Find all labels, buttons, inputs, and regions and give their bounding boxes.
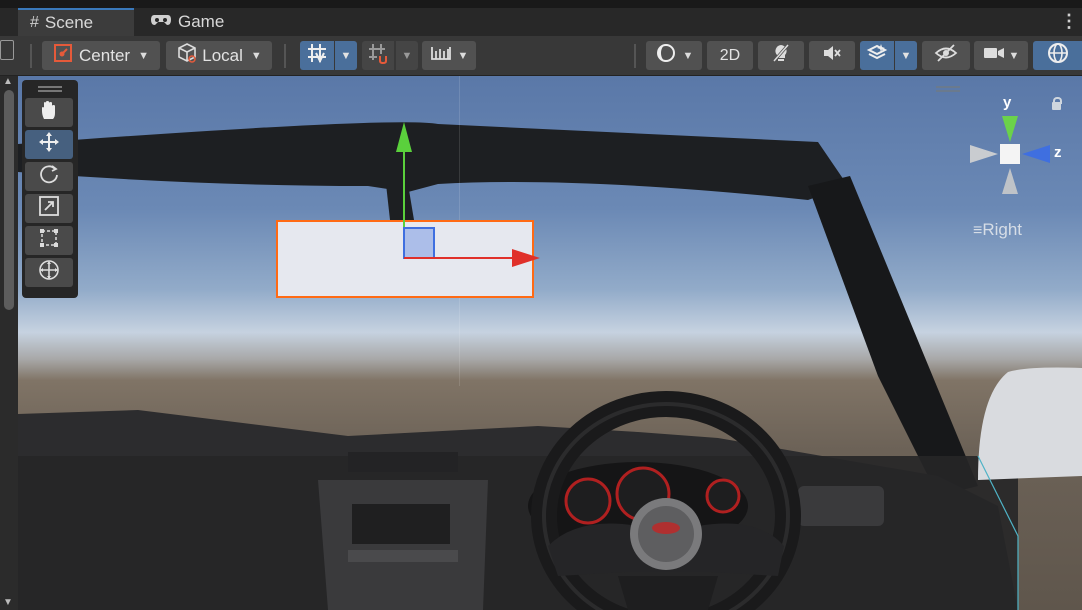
hash-grid-icon: #	[30, 14, 39, 31]
gizmo-globe-icon	[1046, 41, 1070, 70]
xy-plane-handle	[403, 227, 435, 259]
2d-mode-button[interactable]: 2D	[707, 41, 753, 70]
snap-options-dropdown[interactable]: ▼	[396, 41, 418, 70]
overlay-drag-handle[interactable]	[936, 86, 960, 92]
effects-toggle-button[interactable]	[860, 41, 894, 70]
console-buttons	[348, 550, 458, 562]
pivot-rotation-label: Local	[202, 45, 243, 65]
overlay-grip-icon[interactable]	[38, 86, 62, 92]
transform-tool-button[interactable]	[25, 258, 73, 287]
chevron-down-icon: ▼	[682, 49, 694, 62]
chevron-down-icon: ▼	[1008, 49, 1020, 62]
tab-game-label: Game	[178, 12, 225, 31]
toolbar-separator	[30, 44, 32, 68]
kebab-menu-icon[interactable]: ⋮	[1060, 12, 1078, 30]
panel-tag-icon	[0, 40, 14, 60]
rect-tool-button[interactable]	[25, 226, 73, 255]
pivot-center-icon	[53, 43, 73, 68]
neg-z-axis-cone	[970, 145, 998, 163]
incremental-snap-button[interactable]	[362, 41, 394, 70]
draw-mode-dropdown[interactable]: ▼	[646, 41, 702, 70]
vent-top	[348, 452, 458, 472]
audio-muted-icon	[821, 42, 843, 69]
scroll-up-icon[interactable]: ▲	[3, 76, 13, 87]
window-top-strip	[0, 0, 1082, 8]
neg-y-axis-cone	[1002, 168, 1018, 194]
tab-bar: # Scene Game ⋮	[0, 8, 1082, 36]
toolbar-separator	[634, 44, 636, 68]
perspective-toggle[interactable]: ≡Right	[973, 220, 1022, 240]
z-axis-cone	[1022, 145, 1050, 163]
chevron-down-icon: ▼	[457, 49, 469, 62]
local-cube-icon	[176, 42, 198, 69]
move-arrows-icon	[37, 130, 61, 159]
scene-visibility-button[interactable]	[922, 41, 970, 70]
pivot-mode-dropdown[interactable]: Center ▼	[42, 41, 160, 70]
gamepad-icon	[150, 12, 172, 32]
grid-snap-icon	[306, 42, 328, 69]
tab-scene-label: Scene	[44, 13, 94, 32]
tab-game[interactable]: Game	[146, 8, 256, 36]
scroll-down-icon[interactable]: ▼	[3, 597, 13, 608]
gauge-right	[705, 478, 741, 514]
dashboard-lower	[18, 456, 1018, 610]
gizmos-toggle-button[interactable]	[1033, 41, 1082, 70]
perspective-label: Right	[982, 220, 1023, 239]
chevron-down-icon: ▼	[340, 49, 352, 62]
chevron-down-icon: ▼	[138, 49, 149, 62]
gizmo-z-label: z	[1054, 144, 1062, 161]
lighting-off-icon	[770, 42, 792, 69]
hand-icon	[38, 99, 60, 126]
scene-toolbar: Center ▼ Local ▼ ▼ ▼ ▼ ▼ 2D ▼ ▼	[0, 36, 1082, 76]
scene-camera-dropdown[interactable]: ▼	[974, 41, 1028, 70]
tools-overlay	[22, 80, 78, 298]
rotate-tool-button[interactable]	[25, 162, 73, 191]
grid-visibility-button[interactable]	[300, 41, 334, 70]
camera-icon	[983, 44, 1005, 67]
chevron-down-icon: ▼	[250, 49, 262, 62]
ruler-icon	[430, 43, 452, 68]
center-console	[318, 480, 488, 610]
hidden-eye-icon	[934, 43, 958, 68]
shaded-sphere-icon	[655, 42, 677, 69]
chevron-down-icon: ▼	[900, 49, 912, 62]
x-axis-arrow-icon	[512, 249, 540, 267]
grid-options-dropdown[interactable]: ▼	[335, 41, 357, 70]
effects-layers-icon	[866, 42, 888, 69]
side-mirror	[978, 367, 1082, 480]
toolbar-separator	[284, 44, 286, 68]
rotate-icon	[38, 163, 60, 190]
pivot-mode-label: Center	[79, 45, 131, 65]
scene-viewport[interactable]: y z ≡Right	[18, 76, 1082, 610]
hand-tool-button[interactable]	[25, 98, 73, 127]
menu-lines-icon: ≡	[973, 222, 983, 239]
audio-toggle-button[interactable]	[809, 41, 855, 70]
2d-mode-label: 2D	[719, 46, 741, 64]
effects-options-dropdown[interactable]: ▼	[895, 41, 917, 70]
move-tool-button[interactable]	[25, 130, 73, 159]
rect-transform-icon	[38, 227, 60, 254]
gizmo-y-label: y	[1003, 94, 1012, 111]
pivot-rotation-dropdown[interactable]: Local ▼	[166, 41, 272, 70]
scale-icon	[38, 195, 60, 222]
scale-tool-button[interactable]	[25, 194, 73, 223]
left-scrollbar[interactable]: ▲ ▼	[0, 40, 18, 610]
lighting-toggle-button[interactable]	[758, 41, 804, 70]
scrollbar-thumb[interactable]	[4, 90, 14, 310]
snap-increment-dropdown[interactable]: ▼	[422, 41, 476, 70]
snap-magnet-icon	[367, 42, 389, 69]
gizmo-center-cube	[1000, 144, 1020, 164]
transform-icon	[37, 258, 61, 287]
gauge-left	[564, 477, 612, 525]
radio-display	[352, 504, 450, 544]
tab-scene[interactable]: # Scene	[18, 8, 134, 36]
y-axis-cone	[1002, 116, 1018, 142]
orientation-gizmo[interactable]	[958, 90, 1068, 220]
wheel-badge	[652, 522, 680, 534]
vent-right	[798, 486, 884, 526]
a-pillar-right	[808, 176, 978, 496]
move-gizmo[interactable]	[378, 116, 578, 296]
y-axis-arrow-icon	[396, 122, 412, 152]
chevron-down-icon: ▼	[401, 49, 413, 62]
